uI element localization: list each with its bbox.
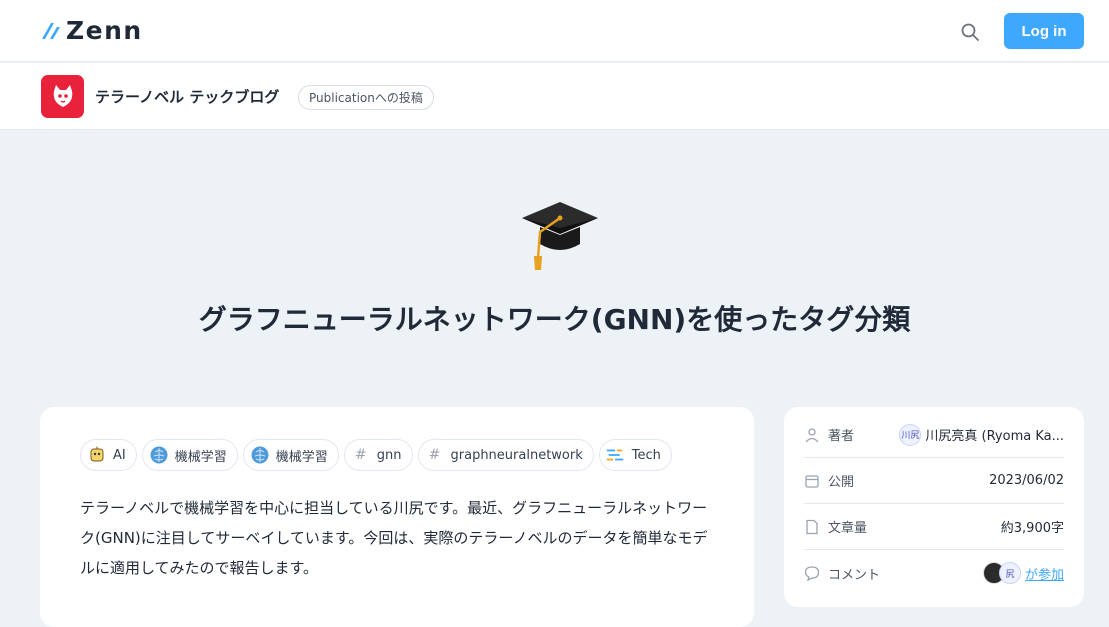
published-label: 公開 [828,475,855,490]
tech-icon [606,445,626,465]
published-date: 2023/06/02 [989,473,1064,488]
tag-gnn[interactable]: # gnn [343,439,413,471]
author-row: 著者 川尻 川尻亮真 (Ryoma Ka... [804,412,1064,458]
brain-icon [250,445,270,465]
wordcount-label: 文章量 [828,521,868,536]
publication-badge: Publicationへの投稿 [298,85,434,110]
site-header: Zenn Log in [0,0,1109,62]
wordcount-value: 約3,900字 [1000,521,1064,536]
article-intro: テラーノベルで機械学習を中心に担当している川尻です。最近、グラフニューラルネット… [80,499,708,577]
hash-icon: # [354,447,367,463]
article-card: AI 機械学習 機械学習 # gnn # graphneuralnetwork [40,407,754,627]
login-button[interactable]: Log in [1004,13,1084,49]
calendar-icon [804,473,820,489]
author-name: 川尻亮真 (Ryoma Ka... [925,429,1064,444]
search-icon [961,23,979,41]
author-avatar: 川尻 [899,423,922,446]
zenn-logo[interactable]: Zenn [40,18,143,44]
graduation-cap-icon [522,202,598,270]
tag-label: gnn [376,447,402,463]
comment-participants[interactable]: 尻 が参加 [982,562,1064,584]
author-label: 著者 [828,429,855,444]
tag-tech[interactable]: Tech [598,439,672,471]
tag-graphneuralnetwork[interactable]: # graphneuralnetwork [417,439,594,471]
logo-text: Zenn [66,16,143,45]
article-info-card: 著者 川尻 川尻亮真 (Ryoma Ka... 公開 2023/06/02 文章… [784,407,1084,607]
published-row: 公開 2023/06/02 [804,458,1064,504]
tag-label: graphneuralnetwork [450,447,583,463]
comment-icon [804,565,820,581]
tag-label: AI [113,447,126,463]
comment-link[interactable]: が参加 [1025,564,1064,583]
comment-row: コメント 尻 が参加 [804,550,1064,596]
search-button[interactable] [956,18,984,46]
article-title: グラフニューラルネットワーク(GNN)を使ったタグ分類 [198,303,911,336]
zenn-logo-icon [42,23,60,39]
tag-list: AI 機械学習 機械学習 # gnn # graphneuralnetwork [80,439,672,471]
user-icon [804,427,820,443]
publication-bar: テラーノベル テックブログ Publicationへの投稿 [0,63,1109,130]
tag-machine-learning[interactable]: 機械学習 [141,439,238,471]
author-link[interactable]: 川尻 川尻亮真 (Ryoma Ka... [899,423,1064,446]
hash-icon: # [428,447,441,463]
brain-icon [149,445,169,465]
ai-icon [87,445,107,465]
cat-mascot-icon [53,84,72,107]
commenter-avatar-2: 尻 [998,562,1021,584]
comment-label: コメント [828,567,881,583]
tag-label: 機械学習 [275,449,328,465]
publication-name[interactable]: テラーノベル テックブログ [95,86,279,107]
tag-machine-learning-2[interactable]: 機械学習 [242,439,339,471]
tag-label: Tech [631,447,661,463]
wordcount-row: 文章量 約3,900字 [804,504,1064,550]
document-icon [804,519,820,535]
tag-ai[interactable]: AI [80,439,137,471]
publication-logo[interactable] [41,75,84,118]
tag-label: 機械学習 [174,449,227,465]
